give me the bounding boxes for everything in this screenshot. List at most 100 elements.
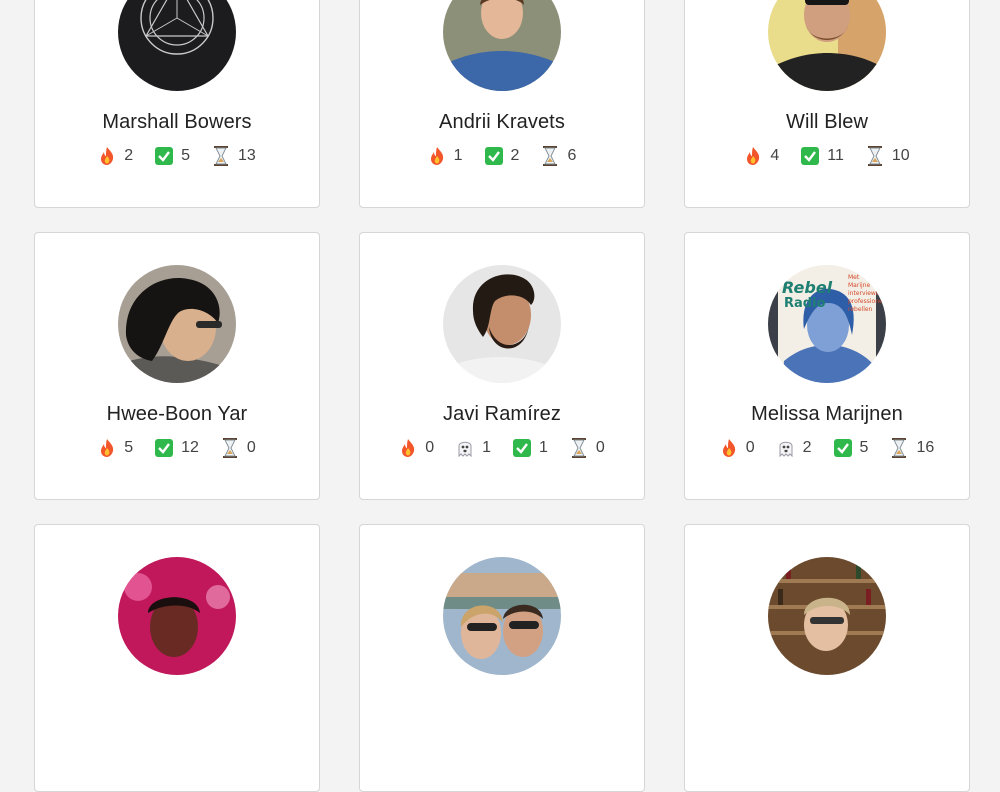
avatar-caption-4: professionele (848, 298, 886, 305)
stat-value: 2 (124, 147, 134, 164)
stat-value: 2 (802, 439, 812, 456)
stat-value: 0 (246, 439, 256, 456)
user-card[interactable]: Rebel Radio Met Marijne interviewt profe… (684, 232, 970, 500)
stat-hourglass: 6 (541, 146, 576, 166)
stat-value: 1 (539, 439, 548, 456)
hourglass-icon (892, 438, 907, 458)
avatar-pink-portrait (118, 557, 236, 675)
avatar[interactable] (118, 265, 236, 383)
avatar-andrii-kravets (443, 0, 561, 91)
hourglass-icon (222, 438, 237, 458)
user-stats: 0 2 5 16 (685, 438, 969, 458)
stat-ghost: 2 (777, 438, 812, 458)
avatar-title-text: Rebel (782, 278, 833, 297)
stat-value: 16 (916, 439, 935, 456)
avatar-wine-shelves (768, 557, 886, 675)
check-icon (155, 147, 174, 165)
user-name[interactable]: Hwee-Boon Yar (35, 403, 319, 426)
ghost-icon (458, 441, 472, 458)
stat-fire: 0 (399, 438, 434, 458)
user-stats: 4 11 10 (685, 146, 969, 166)
user-name[interactable]: Javi Ramírez (360, 403, 644, 426)
avatar-caption-1: Met (848, 274, 860, 281)
stat-hourglass: 10 (866, 146, 910, 166)
user-card[interactable] (359, 524, 645, 792)
hourglass-icon (571, 438, 586, 458)
user-card[interactable]: Javi Ramírez 0 1 1 0 (359, 232, 645, 500)
avatar[interactable] (443, 265, 561, 383)
stat-value: 1 (482, 439, 491, 456)
avatar[interactable] (768, 557, 886, 675)
avatar-javi-ramirez (443, 265, 561, 383)
user-name[interactable]: Andrii Kravets (360, 111, 644, 134)
fire-icon (747, 147, 760, 165)
user-card[interactable] (34, 524, 320, 792)
stat-value: 5 (181, 147, 190, 164)
ghost-icon (779, 441, 793, 458)
user-name[interactable]: Melissa Marijnen (685, 403, 969, 426)
avatar-caption-3: interviewt (848, 290, 879, 297)
avatar-caption-5: rebellen (848, 306, 873, 313)
fire-icon (101, 147, 114, 165)
svg-text:Radio: Radio (784, 296, 826, 311)
stat-value: 13 (238, 147, 256, 164)
hourglass-icon (867, 146, 882, 166)
stat-fire: 4 (744, 146, 779, 166)
stat-value: 1 (453, 147, 463, 164)
stat-value: 5 (859, 439, 869, 456)
fire-icon (722, 439, 735, 457)
user-card[interactable]: Will Blew 4 11 10 (684, 0, 970, 208)
user-name[interactable]: Marshall Bowers (35, 111, 319, 134)
stat-value: 6 (567, 147, 577, 164)
stat-check: 5 (833, 438, 869, 458)
stat-value: 11 (827, 147, 844, 164)
stat-check: 5 (155, 146, 190, 166)
stat-check: 12 (155, 438, 199, 458)
user-card[interactable]: Andrii Kravets 1 2 6 (359, 0, 645, 208)
stat-value: 0 (425, 439, 435, 456)
avatar[interactable] (443, 557, 561, 675)
stat-value: 5 (124, 439, 134, 456)
stat-hourglass: 16 (890, 438, 934, 458)
avatar-marshall-bowers (118, 0, 236, 91)
check-icon (833, 439, 852, 457)
user-stats: 1 2 6 (360, 146, 644, 166)
check-icon (801, 147, 820, 165)
stat-check: 1 (513, 438, 548, 458)
hourglass-icon (543, 146, 558, 166)
stat-check: 11 (801, 146, 844, 166)
check-icon (484, 147, 503, 165)
user-card[interactable] (684, 524, 970, 792)
fire-icon (402, 439, 415, 457)
stat-value: 0 (745, 439, 755, 456)
stat-check: 2 (484, 146, 520, 166)
stat-value: 2 (510, 147, 520, 164)
stat-value: 0 (595, 439, 605, 456)
stat-ghost: 1 (456, 438, 491, 458)
user-card[interactable]: Hwee-Boon Yar 5 12 0 (34, 232, 320, 500)
stat-hourglass: 13 (212, 146, 256, 166)
avatar[interactable] (443, 0, 561, 91)
user-stats: 0 1 1 0 (360, 438, 644, 458)
stat-hourglass: 0 (221, 438, 256, 458)
avatar[interactable] (118, 557, 236, 675)
hourglass-icon (214, 146, 228, 166)
stat-fire: 2 (98, 146, 133, 166)
fire-icon (430, 147, 443, 165)
fire-icon (101, 439, 114, 457)
stat-fire: 0 (720, 438, 755, 458)
user-stats: 2 5 13 (35, 146, 319, 166)
avatar-melissa-marijnen: Rebel Radio Met Marijne interviewt profe… (768, 265, 886, 383)
user-card[interactable]: Marshall Bowers 2 5 13 (34, 0, 320, 208)
avatar-couple-canal (443, 557, 561, 675)
check-icon (513, 439, 531, 457)
avatar-caption-2: Marijne (848, 282, 870, 289)
avatar[interactable]: Rebel Radio Met Marijne interviewt profe… (768, 265, 886, 383)
avatar[interactable] (768, 0, 886, 91)
avatar[interactable] (118, 0, 236, 91)
user-stats: 5 12 0 (35, 438, 319, 458)
user-name[interactable]: Will Blew (685, 111, 969, 134)
user-card-grid: Marshall Bowers 2 5 13 Andrii Kravets 1 … (34, 0, 970, 792)
stat-fire: 1 (428, 146, 463, 166)
stat-value: 10 (891, 147, 910, 164)
